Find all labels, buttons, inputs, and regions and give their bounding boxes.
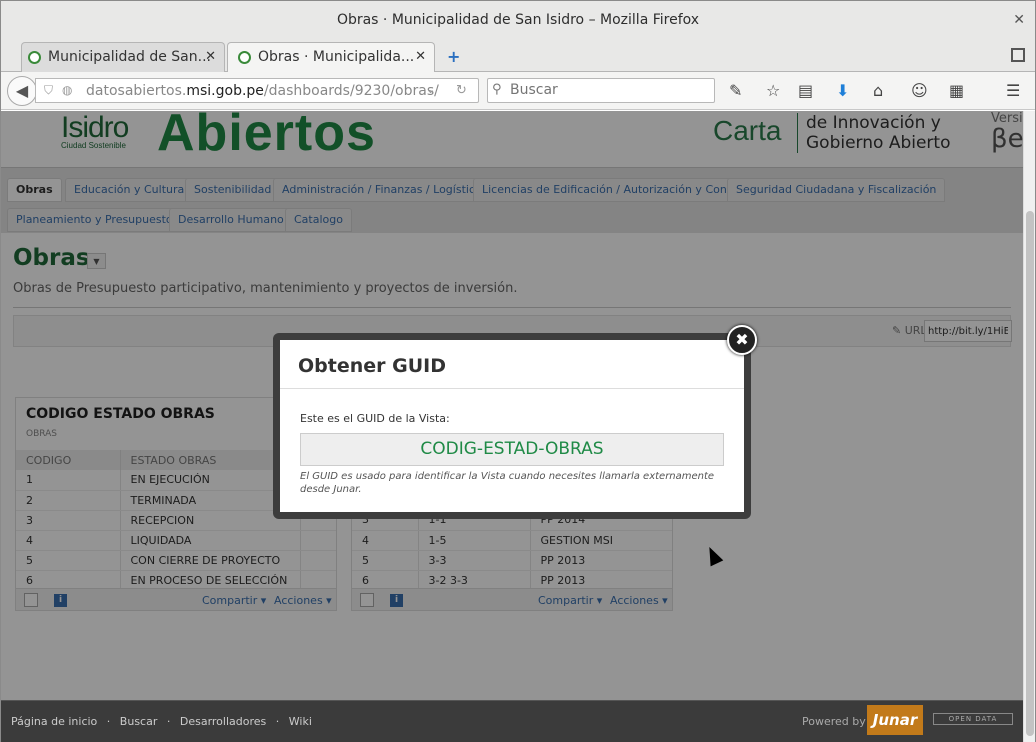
scrollbar-thumb[interactable] <box>1026 211 1034 736</box>
footer-link-buscar[interactable]: Buscar <box>120 715 158 728</box>
search-input[interactable] <box>510 82 710 98</box>
url-dropdown-icon[interactable]: ⌄ <box>426 83 435 96</box>
junar-logo[interactable]: Junar <box>867 705 923 735</box>
browser-window: Obras · Municipalidad de San Isidro – Mo… <box>0 0 1036 742</box>
bookmark-star-icon[interactable]: ☆ <box>766 81 780 100</box>
tab-label: Municipalidad de San... <box>48 49 211 65</box>
window-close-icon[interactable]: ✕ <box>1013 1 1025 39</box>
home-icon[interactable]: ⌂ <box>873 81 883 100</box>
menu-icon[interactable]: ☰ <box>1006 81 1020 100</box>
guid-value[interactable]: CODIG-ESTAD-OBRAS <box>300 433 724 466</box>
page-scrollbar[interactable] <box>1023 111 1035 742</box>
url-bar[interactable]: ⛉ ◍ datosabiertos.msi.gob.pe/dashboards/… <box>35 78 479 103</box>
window-title: Obras · Municipalidad de San Isidro – Mo… <box>336 12 700 28</box>
municipal-favicon-icon <box>238 51 251 64</box>
globe-icon[interactable]: ◍ <box>62 83 72 97</box>
footer-link-inicio[interactable]: Página de inicio <box>11 715 97 728</box>
tab-obras[interactable]: Obras · Municipalida... ✕ <box>227 42 435 73</box>
url-text[interactable]: datosabiertos.msi.gob.pe/dashboards/9230… <box>86 83 439 99</box>
tab-label: Obras · Municipalida... <box>258 49 415 65</box>
open-data-badge[interactable]: OPEN DATA <box>933 713 1013 725</box>
powered-by-label: Powered by <box>802 715 866 728</box>
shield-icon[interactable]: ⛉ <box>44 83 53 98</box>
chat-icon[interactable]: ☺ <box>911 81 928 100</box>
modal-content: Obtener GUID Este es el GUID de la Vista… <box>280 340 744 512</box>
tab-groups-icon[interactable] <box>1011 48 1025 62</box>
tab-close-icon[interactable]: ✕ <box>415 43 426 71</box>
window-titlebar: Obras · Municipalidad de San Isidro – Mo… <box>1 1 1035 39</box>
modal-title: Obtener GUID <box>280 340 744 389</box>
search-bar[interactable]: ⚲ <box>487 78 715 103</box>
search-icon: ⚲ <box>492 82 502 97</box>
footer-link-desarrolladores[interactable]: Desarrolladores <box>180 715 266 728</box>
guid-note: El GUID es usado para identificar la Vis… <box>300 471 715 495</box>
modal-text: Este es el GUID de la Vista: <box>300 412 450 425</box>
modal-close-button[interactable]: ✖ <box>727 325 757 355</box>
layout-icon[interactable]: ▦ <box>949 81 964 100</box>
downloads-icon[interactable]: ⬇ <box>836 81 849 100</box>
new-tab-button[interactable]: + <box>447 47 460 66</box>
municipal-favicon-icon <box>28 51 41 64</box>
tab-bar: Municipalidad de San... ✕ Obras · Munici… <box>1 39 1035 73</box>
tab-close-icon[interactable]: ✕ <box>205 43 216 71</box>
tab-municipalidad[interactable]: Municipalidad de San... ✕ <box>21 42 225 72</box>
back-button[interactable]: ◀ <box>7 76 37 106</box>
reload-icon[interactable]: ↻ <box>456 83 467 98</box>
reading-list-icon[interactable]: ▤ <box>798 81 813 100</box>
guid-modal: Obtener GUID Este es el GUID de la Vista… <box>273 325 757 519</box>
footer-links: Página de inicio · Buscar · Desarrollado… <box>11 715 312 728</box>
page-footer: Página de inicio · Buscar · Desarrollado… <box>1 700 1023 742</box>
footer-link-wiki[interactable]: Wiki <box>289 715 312 728</box>
wrench-icon[interactable]: ✎ <box>729 81 742 100</box>
navigation-bar: ◀ ⛉ ◍ datosabiertos.msi.gob.pe/dashboard… <box>1 72 1035 110</box>
